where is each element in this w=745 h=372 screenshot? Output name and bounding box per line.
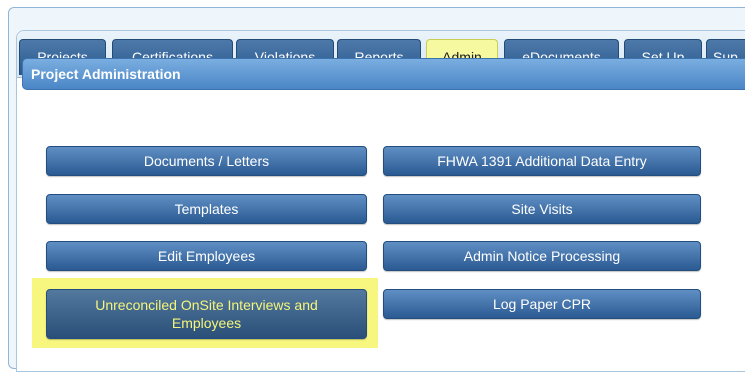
site-visits-button[interactable]: Site Visits (383, 194, 701, 224)
unreconciled-interviews-button[interactable]: Unreconciled OnSite Interviews and Emplo… (46, 289, 367, 339)
edit-employees-button[interactable]: Edit Employees (46, 241, 367, 271)
fhwa-1391-button[interactable]: FHWA 1391 Additional Data Entry (383, 146, 701, 176)
admin-notice-processing-button[interactable]: Admin Notice Processing (383, 241, 701, 271)
documents-letters-button[interactable]: Documents / Letters (46, 146, 367, 176)
log-paper-cpr-button[interactable]: Log Paper CPR (383, 289, 701, 319)
section-header: Project Administration (22, 58, 745, 90)
templates-button[interactable]: Templates (46, 194, 367, 224)
